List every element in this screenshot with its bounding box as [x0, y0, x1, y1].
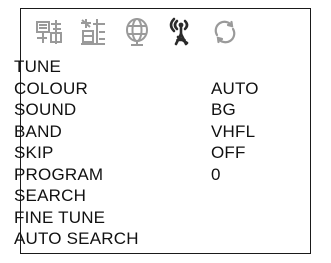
menu-item-label: SKIP [14, 143, 54, 163]
menu-item-value: BG [211, 100, 236, 120]
menu-item-label: COLOUR [14, 78, 88, 98]
menu-icon-bar [33, 14, 253, 50]
menu-item-label: TUNE [14, 57, 62, 77]
menu-item-value: 0 [211, 164, 221, 184]
menu-item-label: PROGRAM [14, 164, 104, 184]
tune-menu: TUNE COLOUR AUTO SOUND BG BAND VHFL SKIP… [14, 56, 284, 250]
menu-item-tune[interactable]: TUNE [14, 56, 284, 78]
picture-icon[interactable] [33, 16, 65, 48]
menu-item-value: AUTO [211, 78, 259, 98]
refresh-icon[interactable] [209, 16, 241, 48]
menu-item-band[interactable]: BAND VHFL [14, 121, 284, 143]
menu-item-label: SEARCH [14, 186, 87, 206]
menu-item-search[interactable]: SEARCH [14, 185, 284, 207]
menu-item-label: BAND [14, 121, 63, 141]
menu-item-sound[interactable]: SOUND BG [14, 99, 284, 121]
globe-icon[interactable] [121, 16, 153, 48]
menu-item-fine-tune[interactable]: FINE TUNE [14, 207, 284, 229]
menu-item-value: VHFL [211, 121, 256, 141]
tuning-antenna-icon[interactable] [165, 16, 197, 48]
menu-item-label: AUTO SEARCH [14, 229, 139, 249]
menu-item-program[interactable]: PROGRAM 0 [14, 164, 284, 186]
menu-item-skip[interactable]: SKIP OFF [14, 142, 284, 164]
menu-item-label: SOUND [14, 100, 77, 120]
menu-item-label: FINE TUNE [14, 207, 106, 227]
menu-item-value: OFF [211, 143, 246, 163]
menu-item-colour[interactable]: COLOUR AUTO [14, 78, 284, 100]
sound-icon[interactable] [77, 16, 109, 48]
menu-item-auto-search[interactable]: AUTO SEARCH [14, 228, 284, 250]
